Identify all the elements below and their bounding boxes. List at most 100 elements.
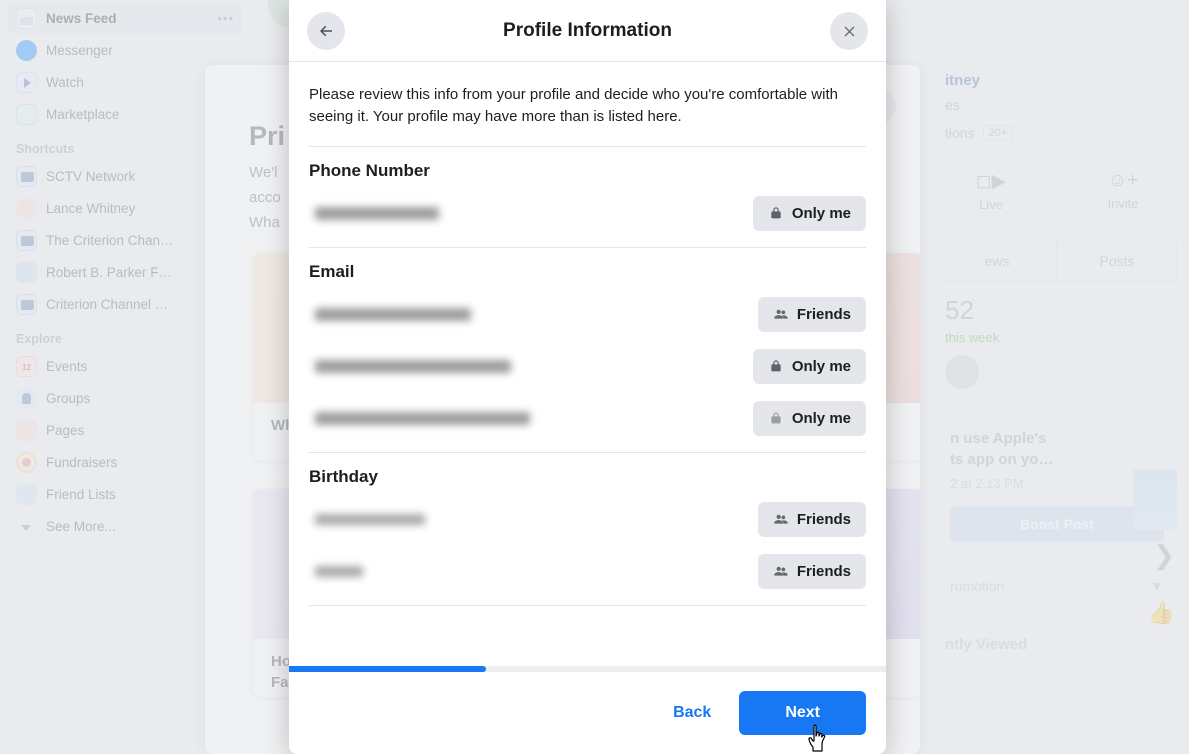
background-right-panel: itney es tions 20+ ◻▶ Live ☺+ Invite ews: [925, 0, 1189, 754]
audience-selector-only-me[interactable]: Only me: [752, 400, 866, 436]
profile-info-row: Only me: [309, 340, 866, 392]
friends-icon: [774, 514, 788, 524]
background-action-invite[interactable]: ☺+ Invite: [1088, 170, 1158, 212]
redacted-value: [309, 513, 425, 525]
profile-information-modal: Profile Information Please review this i…: [289, 0, 886, 754]
audience-selector-friends[interactable]: Friends: [757, 296, 866, 332]
profile-info-row: Friends: [309, 545, 866, 597]
messenger-icon: [16, 39, 37, 61]
audience-label: Friends: [796, 305, 851, 323]
chevron-down-icon: [16, 516, 37, 537]
background-action-live[interactable]: ◻▶ Live: [956, 170, 1026, 212]
background-divider-1: [937, 155, 1177, 156]
modal-actions: Back Next: [289, 672, 886, 754]
news-feed-icon: [16, 7, 37, 29]
friends-icon: [774, 566, 788, 576]
audience-selector-only-me[interactable]: Only me: [752, 195, 866, 231]
background-page-actions: ◻▶ Live ☺+ Invite: [925, 170, 1189, 212]
page-title: Profile Information: [503, 19, 672, 41]
group-icon: [16, 165, 37, 187]
audience-selector-friends[interactable]: Friends: [757, 501, 866, 537]
redacted-value: [309, 359, 511, 373]
calendar-icon: 12: [16, 355, 37, 377]
background-page-name: itney: [945, 72, 981, 89]
modal-footer: Back Next: [289, 666, 886, 754]
book-icon: [16, 261, 37, 283]
invite-person-icon: ☺+: [1107, 170, 1139, 191]
profile-info-sections: Phone Number Only me Email Friends Only me On…: [289, 146, 886, 606]
lock-open-icon: [771, 412, 781, 424]
modal-body[interactable]: Please review this info from your profil…: [289, 62, 886, 666]
back-arrow-button[interactable]: [307, 12, 345, 50]
profile-section-phone-number: Phone Number Only me: [309, 146, 866, 247]
next-button[interactable]: Next: [739, 691, 866, 735]
background-stat-number: 52: [945, 295, 974, 325]
profile-section-birthday: Birthday Friends Friends: [309, 452, 866, 605]
fundraiser-icon: [16, 451, 37, 473]
group-icon: [16, 293, 37, 315]
profile-info-row: Only me: [309, 392, 866, 444]
audience-label: Friends: [796, 562, 851, 580]
close-button[interactable]: [830, 12, 868, 50]
chevron-down-icon: ▼: [1150, 578, 1164, 594]
background-notifications-row: tions 20+: [925, 113, 1189, 141]
profile-info-row: Friends: [309, 288, 866, 340]
lock-icon: [771, 360, 781, 372]
audience-label: Only me: [791, 409, 851, 427]
background-boost-post-button[interactable]: Boost Post: [950, 507, 1164, 541]
background-post-title: n use Apple's ts app on yo…: [950, 428, 1164, 470]
audience-label: Only me: [791, 204, 851, 222]
flag-icon: [16, 419, 37, 441]
background-post-date: 2 at 2:13 PM: [950, 476, 1024, 491]
chevron-right-icon[interactable]: ❯: [1153, 540, 1175, 571]
groups-icon: [16, 387, 37, 409]
background-media-thumbnail: [1133, 470, 1177, 530]
background-stat-note: this week: [945, 330, 1000, 345]
background-recently-viewed: ntly Viewed: [945, 636, 1028, 653]
sidebar-item-label: Messenger: [46, 42, 113, 58]
redacted-value-bar: [315, 359, 511, 373]
background-action-live-label: Live: [979, 197, 1003, 212]
avatar-icon: [16, 197, 37, 219]
profile-info-row: Friends: [309, 493, 866, 545]
redacted-value-bar: [315, 206, 439, 220]
back-button[interactable]: Back: [657, 694, 727, 732]
background-tab-news[interactable]: ews: [937, 241, 1057, 281]
background-post-avatar: [945, 355, 979, 389]
modal-header: Profile Information: [289, 0, 886, 62]
background-post-title-2: ts app on yo…: [950, 451, 1054, 468]
background-notifications-badge: 20+: [982, 125, 1014, 141]
live-video-icon: ◻▶: [975, 171, 1007, 192]
friend-lists-icon: [16, 483, 37, 505]
close-icon: [844, 26, 854, 36]
friends-icon: [774, 309, 788, 319]
background-divider-2: [937, 226, 1177, 227]
audience-label: Only me: [791, 357, 851, 375]
background-tab-posts[interactable]: Posts: [1057, 241, 1177, 281]
section-title: Birthday: [309, 467, 378, 486]
audience-selector-friends[interactable]: Friends: [757, 553, 866, 589]
background-promotion-select[interactable]: romotion ▼: [937, 566, 1177, 606]
audience-selector-only-me[interactable]: Only me: [752, 348, 866, 384]
background-page-sub: es: [945, 97, 960, 113]
arrow-left-icon: [320, 25, 332, 37]
screen-root: News Feed ••• Messenger Watch Marketplace Sho…: [0, 0, 1189, 754]
section-title: Email: [309, 262, 355, 281]
lock-icon: [771, 207, 781, 219]
sidebar-item-more-icon[interactable]: •••: [217, 11, 234, 26]
profile-section-email: Email Friends Only me Only me: [309, 247, 866, 452]
background-action-invite-label: Invite: [1107, 196, 1139, 211]
sidebar-item-messenger[interactable]: Messenger: [8, 34, 242, 66]
background-post-title-1: n use Apple's: [950, 430, 1047, 447]
sidebar-item-news-feed[interactable]: News Feed •••: [8, 2, 242, 34]
redacted-value-bar: [315, 411, 530, 425]
modal-intro-text: Please review this info from your profil…: [309, 86, 838, 125]
redacted-value: [309, 206, 439, 220]
sections-end-divider: [309, 605, 866, 606]
thumbs-up-icon: 👍: [1147, 600, 1175, 625]
redacted-value-bar: [315, 513, 425, 525]
redacted-value-bar: [315, 565, 363, 577]
progress-bar-fill: [289, 666, 486, 672]
marketplace-icon: [16, 103, 37, 125]
watch-icon: [16, 71, 37, 93]
